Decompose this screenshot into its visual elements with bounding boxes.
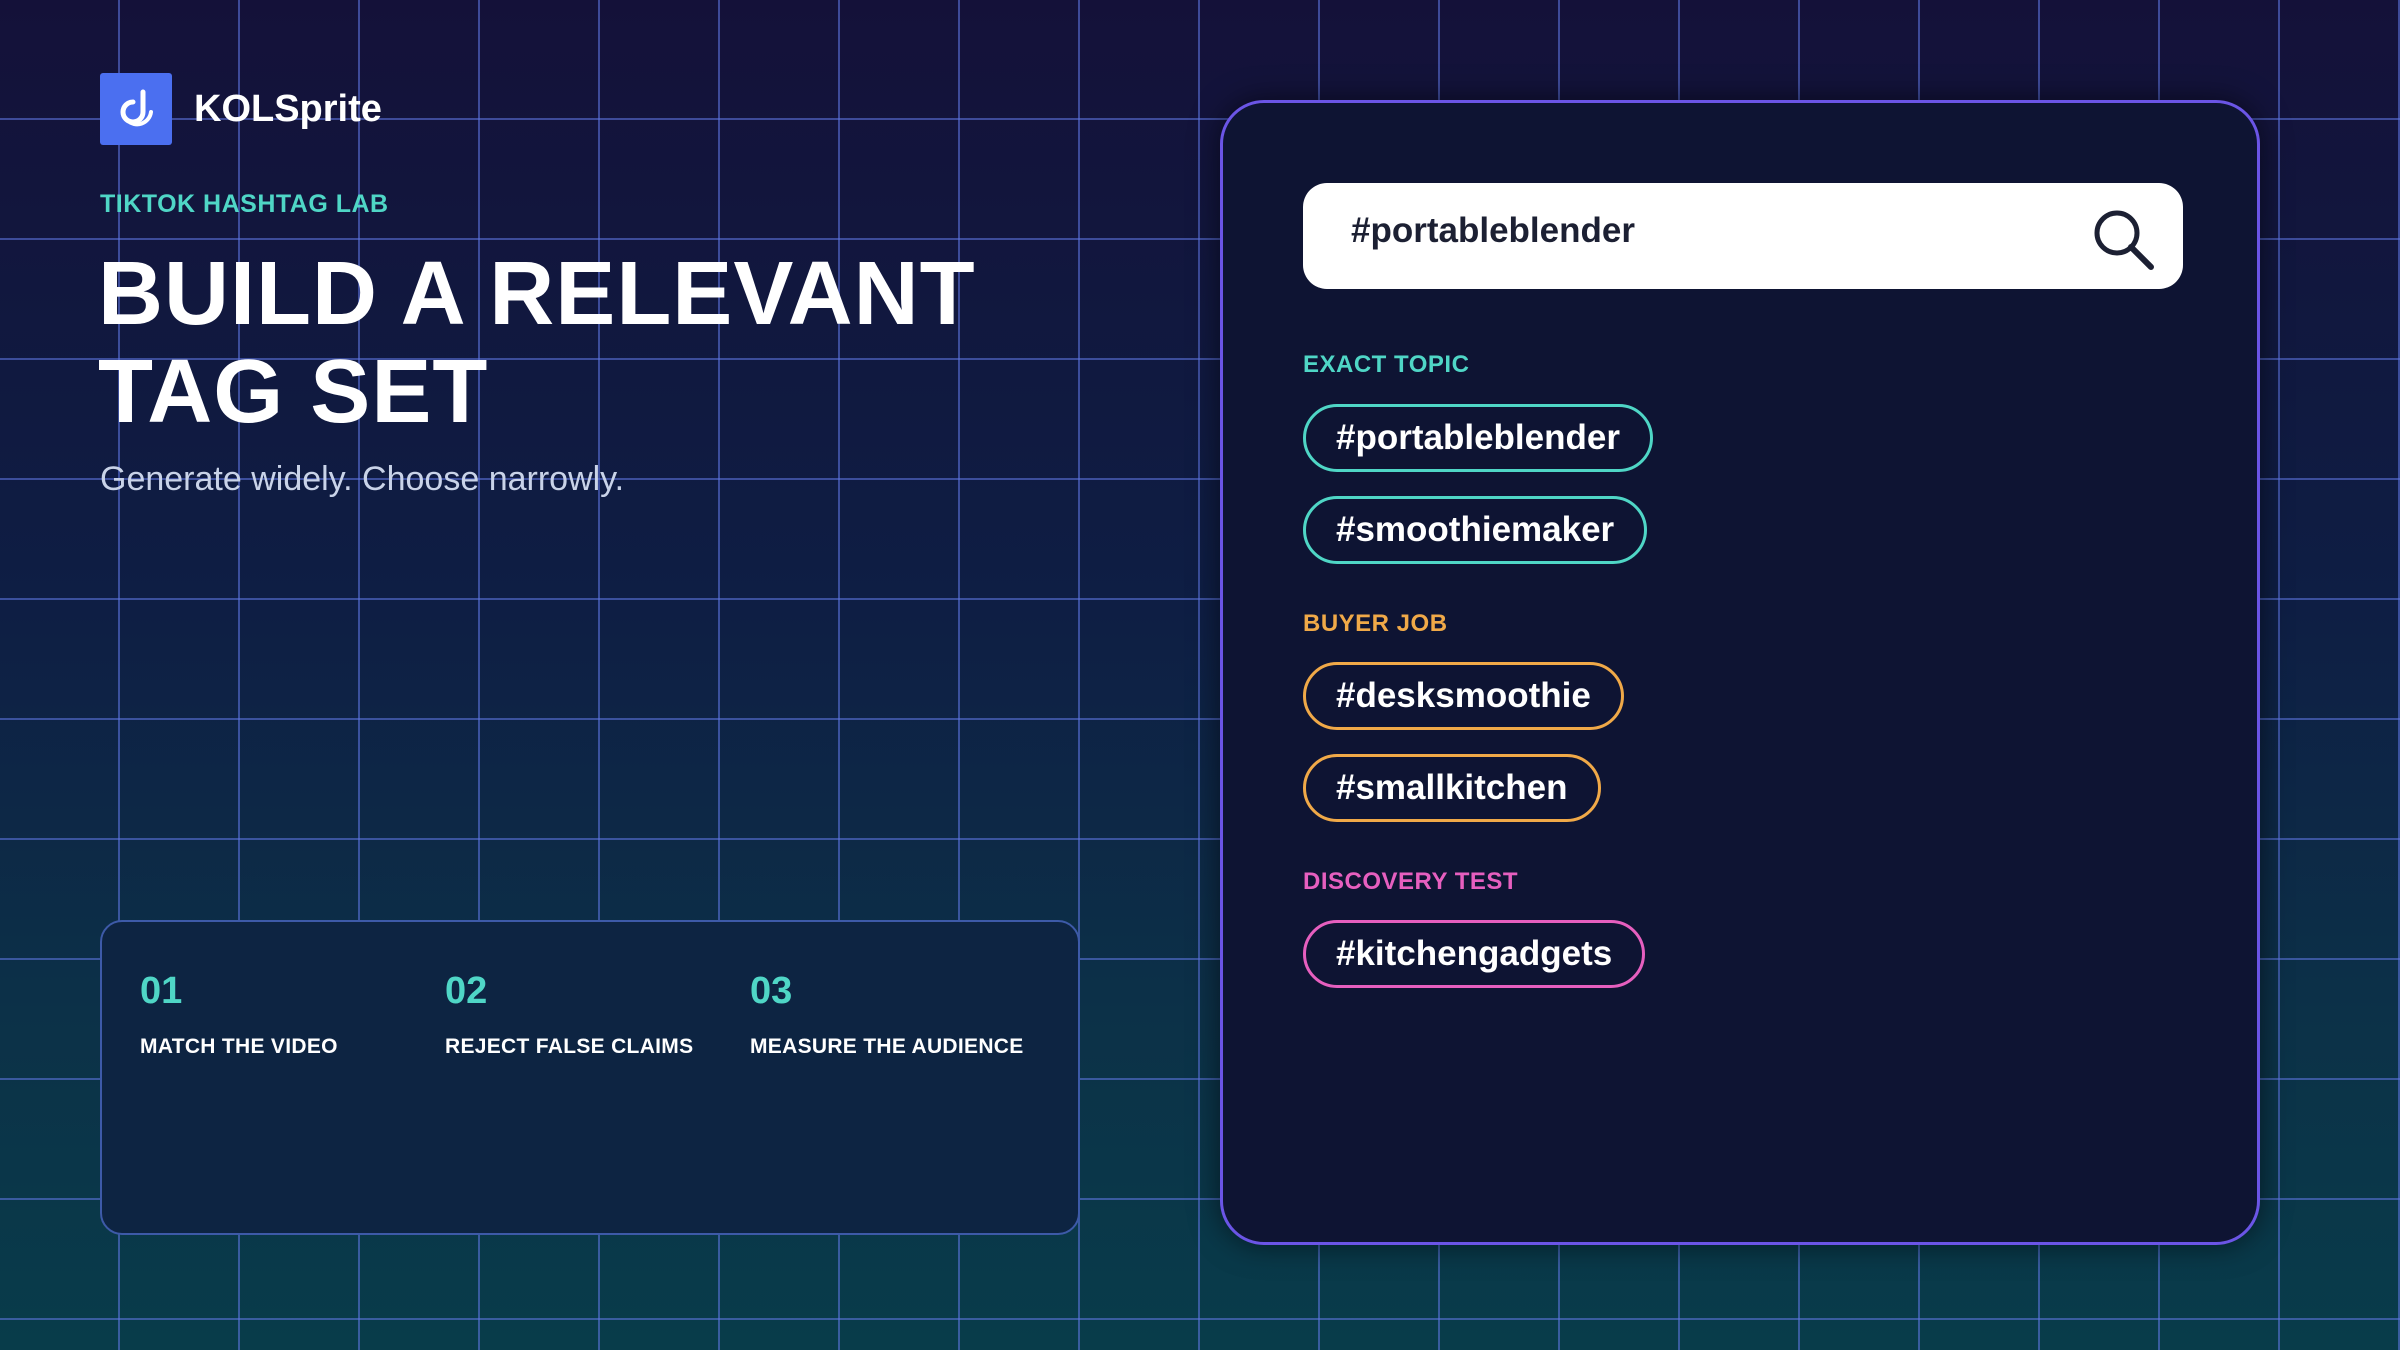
- headline-line-1: BUILD A RELEVANT: [98, 244, 976, 344]
- brand-name: KOLSprite: [194, 87, 382, 130]
- step-number: 02: [445, 970, 488, 1012]
- subheadline: Generate widely. Choose narrowly.: [100, 460, 625, 498]
- group-title-discovery-test: DISCOVERY TEST: [1303, 868, 1519, 895]
- tag-chip[interactable]: #desksmoothie: [1303, 662, 1624, 730]
- brand: KOLSprite: [100, 73, 382, 145]
- step-label: MATCH THE VIDEO: [140, 1035, 338, 1058]
- tag-chip[interactable]: #portableblender: [1303, 404, 1653, 472]
- step-3: 03 MEASURE THE AUDIENCE: [750, 970, 1024, 1059]
- search-icon[interactable]: [2087, 203, 2159, 275]
- search-bar[interactable]: #portableblender: [1303, 183, 2183, 289]
- tag-chip[interactable]: #smoothiemaker: [1303, 496, 1648, 564]
- headline-line-2: TAG SET: [98, 342, 489, 442]
- tag-chip[interactable]: #kitchengadgets: [1303, 920, 1646, 988]
- step-2: 02 REJECT FALSE CLAIMS: [445, 970, 693, 1059]
- page-title: BUILD A RELEVANT TAG SET: [98, 245, 1198, 441]
- group-title-buyer-job: BUYER JOB: [1303, 610, 1448, 637]
- hashtag-panel: #portableblender EXACT TOPIC #portablebl…: [1220, 100, 2260, 1245]
- eyebrow-label: TIKTOK HASHTAG LAB: [100, 190, 389, 218]
- step-number: 03: [750, 970, 793, 1012]
- step-label: MEASURE THE AUDIENCE: [750, 1035, 1024, 1058]
- step-1: 01 MATCH THE VIDEO: [140, 970, 338, 1059]
- steps-card: 01 MATCH THE VIDEO 02 REJECT FALSE CLAIM…: [100, 920, 1080, 1235]
- kolsprite-logo-icon: [100, 73, 172, 145]
- step-label: REJECT FALSE CLAIMS: [445, 1035, 694, 1058]
- tag-chip[interactable]: #smallkitchen: [1303, 754, 1601, 822]
- group-title-exact-topic: EXACT TOPIC: [1303, 351, 1470, 378]
- step-number: 01: [140, 970, 183, 1012]
- search-input[interactable]: #portableblender: [1351, 211, 1635, 251]
